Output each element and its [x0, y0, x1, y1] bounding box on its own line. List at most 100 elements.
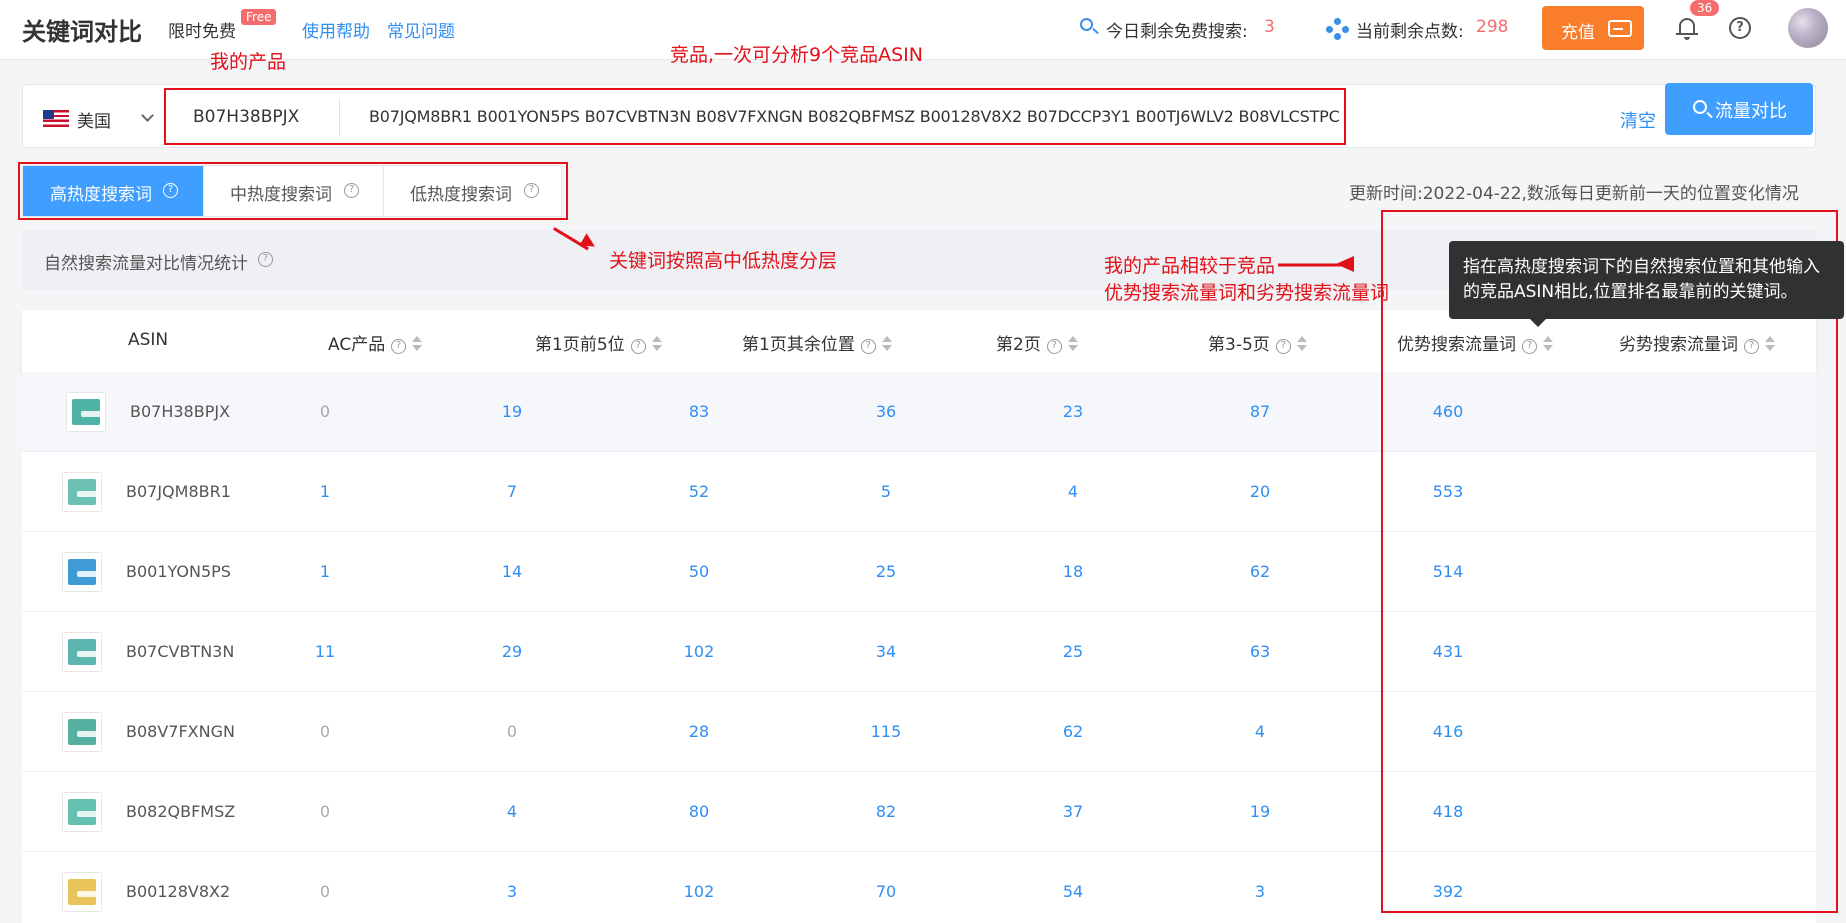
annotation-compare-2: 优势搜索流量词和劣势搜索流量词: [1104, 282, 1390, 304]
table-cell[interactable]: 5: [846, 482, 926, 501]
chevron-down-icon: [141, 109, 154, 122]
question-icon: ?: [1046, 339, 1062, 354]
col-page3-5[interactable]: 第3-5页?: [1208, 330, 1307, 355]
asin-label: B07JQM8BR1: [126, 482, 231, 501]
notification-badge: 36: [1690, 0, 1720, 16]
table-cell[interactable]: 63: [1220, 642, 1300, 661]
faq-link[interactable]: 常见问题: [387, 17, 455, 42]
col-ac-product[interactable]: AC产品?: [328, 330, 423, 355]
table-cell[interactable]: 20: [1220, 482, 1300, 501]
bell-icon[interactable]: [1676, 15, 1698, 41]
table-cell[interactable]: 18: [1033, 562, 1113, 581]
table-cell[interactable]: 82: [846, 802, 926, 821]
stats-title: 自然搜索流量对比情况统计: [44, 254, 248, 274]
table-cell[interactable]: 83: [659, 402, 739, 421]
product-thumbnail[interactable]: [62, 872, 102, 912]
asin-label: B00128V8X2: [126, 882, 231, 901]
table-cell[interactable]: 50: [659, 562, 739, 581]
points-label: 当前剩余点数:: [1356, 22, 1464, 42]
free-badge: Free: [241, 9, 277, 25]
asin-label: B07H38BPJX: [130, 402, 231, 421]
recharge-label: 充值: [1561, 23, 1595, 43]
annotation-tabs-box: [18, 162, 568, 220]
asin-label: B07CVBTN3N: [126, 642, 235, 661]
country-select[interactable]: 美国: [43, 104, 165, 132]
sort-icon: [1296, 335, 1307, 353]
col-page1-top5[interactable]: 第1页前5位?: [535, 330, 662, 355]
product-thumbnail[interactable]: [66, 392, 106, 432]
question-icon: ?: [860, 339, 876, 354]
table-cell[interactable]: 102: [659, 642, 739, 661]
help-icon[interactable]: ?: [1729, 17, 1751, 39]
table-cell[interactable]: 102: [659, 882, 739, 901]
table-cell[interactable]: 36: [846, 402, 926, 421]
clear-button[interactable]: 清空: [1620, 107, 1656, 133]
asin-label: B08V7FXNGN: [126, 722, 235, 741]
limited-free-label: 限时免费: [168, 22, 236, 42]
table-cell[interactable]: 3: [472, 882, 552, 901]
table-cell: 0: [319, 882, 331, 901]
traffic-compare-button[interactable]: 流量对比: [1665, 83, 1813, 135]
question-icon: ?: [630, 339, 646, 354]
table-cell[interactable]: 4: [1220, 722, 1300, 741]
table-cell[interactable]: 1: [285, 482, 365, 501]
table-cell[interactable]: 19: [1220, 802, 1300, 821]
table-cell[interactable]: 29: [472, 642, 552, 661]
table-cell[interactable]: 80: [659, 802, 739, 821]
table-cell[interactable]: 37: [1033, 802, 1113, 821]
table-cell[interactable]: 62: [1033, 722, 1113, 741]
free-search-label: 今日剩余免费搜索:: [1106, 22, 1248, 42]
table-cell[interactable]: 87: [1220, 402, 1300, 421]
column-tooltip: 指在高热度搜索词下的自然搜索位置和其他输入的竞品ASIN相比,位置排名最靠前的关…: [1449, 241, 1844, 327]
question-icon: ?: [391, 339, 407, 354]
table-cell[interactable]: 25: [846, 562, 926, 581]
search-icon: [1078, 14, 1099, 38]
table-cell[interactable]: 7: [472, 482, 552, 501]
question-icon: ?: [1275, 339, 1291, 354]
asin-label: B001YON5PS: [126, 562, 231, 581]
product-thumbnail[interactable]: [62, 472, 102, 512]
table-cell[interactable]: 52: [659, 482, 739, 501]
table-cell[interactable]: 4: [1033, 482, 1113, 501]
table-cell[interactable]: 25: [1033, 642, 1113, 661]
question-icon[interactable]: ?: [258, 252, 273, 267]
table-cell[interactable]: 54: [1033, 882, 1113, 901]
product-thumbnail[interactable]: [62, 712, 102, 752]
table-cell[interactable]: 70: [846, 882, 926, 901]
update-time: 更新时间:2022-04-22,数派每日更新前一天的位置变化情况: [1349, 184, 1799, 204]
table-cell[interactable]: 3: [1220, 882, 1300, 901]
table-cell[interactable]: 28: [659, 722, 739, 741]
search-icon: [1693, 100, 1707, 114]
annotation-competitors: 竞品,一次可分析9个竞品ASIN: [670, 44, 924, 66]
product-thumbnail[interactable]: [62, 552, 102, 592]
compare-label: 流量对比: [1715, 101, 1787, 122]
arrowhead-icon: [1336, 256, 1354, 272]
table-cell: 0: [319, 402, 331, 421]
recharge-button[interactable]: 充值: [1542, 6, 1644, 50]
table-cell[interactable]: 62: [1220, 562, 1300, 581]
free-search-count: 3: [1264, 17, 1275, 37]
us-flag-icon: [43, 110, 69, 127]
table-cell[interactable]: 4: [472, 802, 552, 821]
col-page1-rest[interactable]: 第1页其余位置?: [742, 330, 892, 355]
annotation-my-product: 我的产品: [210, 51, 287, 73]
points-icon: [1326, 18, 1349, 40]
table-cell: 0: [506, 722, 518, 741]
avatar[interactable]: [1788, 8, 1828, 48]
table-cell[interactable]: 14: [472, 562, 552, 581]
page-title: 关键词对比: [22, 18, 142, 46]
table-cell[interactable]: 115: [846, 722, 926, 741]
sort-icon: [651, 335, 662, 353]
col-page2[interactable]: 第2页?: [996, 330, 1078, 355]
table-cell[interactable]: 23: [1033, 402, 1113, 421]
table-cell[interactable]: 1: [285, 562, 365, 581]
col-asin: ASIN: [128, 330, 169, 350]
help-link[interactable]: 使用帮助: [302, 17, 370, 42]
table-cell[interactable]: 34: [846, 642, 926, 661]
table-cell[interactable]: 11: [285, 642, 365, 661]
table-cell[interactable]: 19: [472, 402, 552, 421]
product-thumbnail[interactable]: [62, 632, 102, 672]
annotation-input-box: [164, 88, 1346, 145]
annotation-compare-1: 我的产品相较于竞品: [1104, 255, 1276, 277]
product-thumbnail[interactable]: [62, 792, 102, 832]
